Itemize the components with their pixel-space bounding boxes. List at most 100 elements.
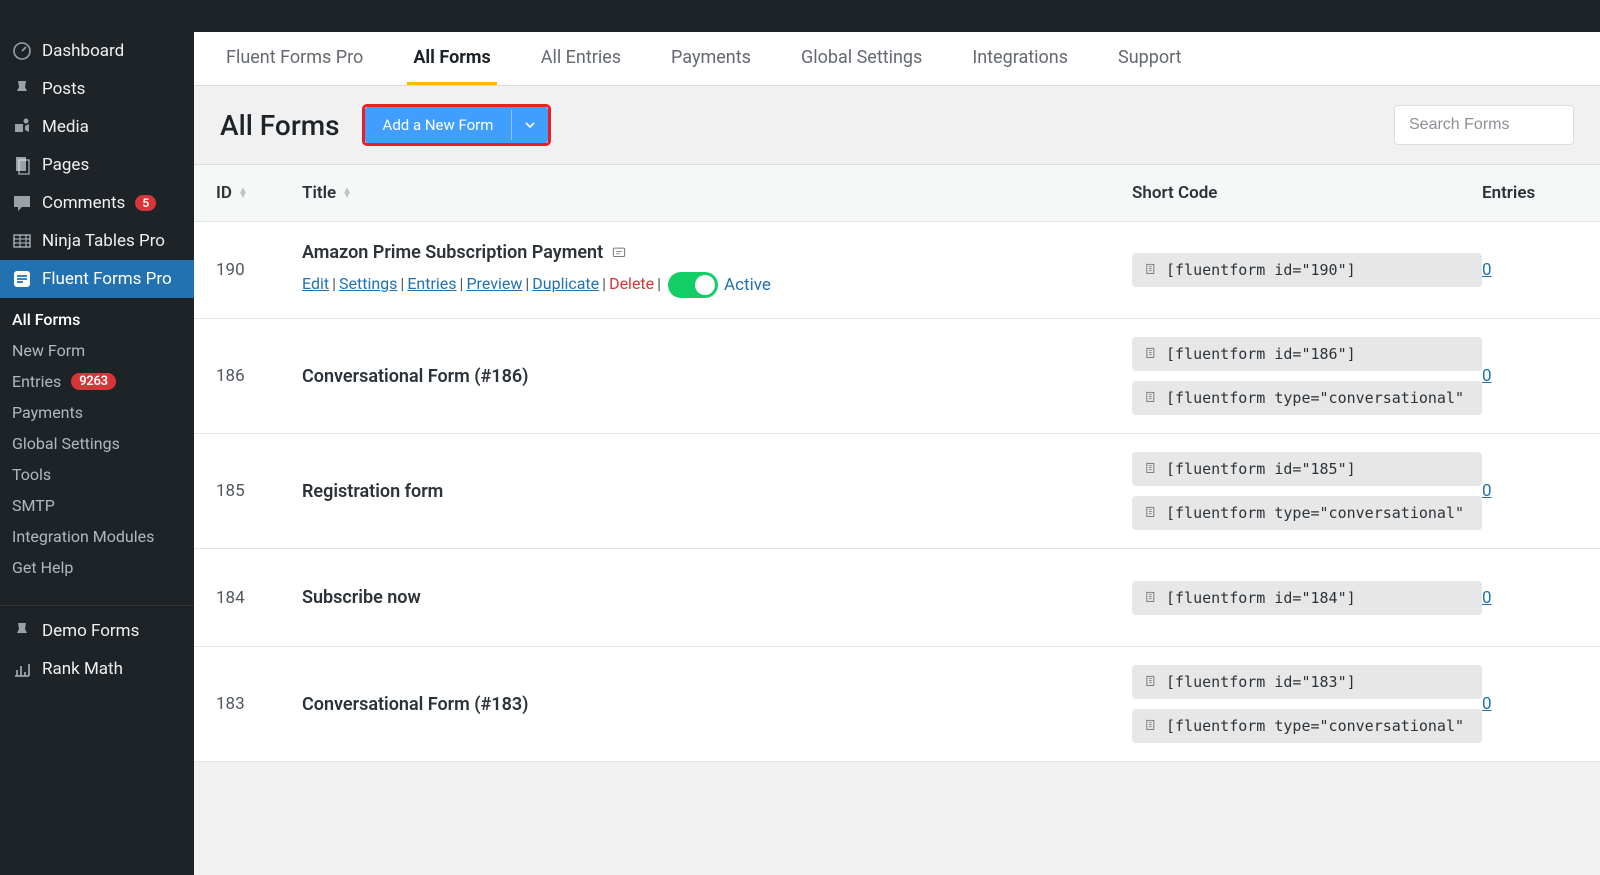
- media-icon: [12, 117, 32, 137]
- tab-all-forms[interactable]: All Forms: [407, 33, 496, 85]
- copy-icon: [1144, 347, 1158, 361]
- shortcode-box[interactable]: [fluentform type="conversational": [1132, 496, 1482, 530]
- shortcode-text: [fluentform id="183"]: [1166, 673, 1356, 691]
- row-title-cell: Amazon Prime Subscription Payment Edit|Se…: [302, 242, 1132, 298]
- shortcode-text: [fluentform id="190"]: [1166, 261, 1356, 279]
- shortcode-box[interactable]: [fluentform type="conversational": [1132, 709, 1482, 743]
- conversational-icon: [611, 246, 627, 260]
- status-text: Active: [724, 275, 771, 295]
- sidebar-item-pages[interactable]: Pages: [0, 146, 194, 184]
- sidebar-item-comments[interactable]: Comments5: [0, 184, 194, 222]
- chart-icon: [12, 659, 32, 679]
- sidebar-item-posts[interactable]: Posts: [0, 70, 194, 108]
- entries-link[interactable]: 0: [1482, 260, 1492, 280]
- tab-global-settings[interactable]: Global Settings: [795, 33, 928, 85]
- form-title[interactable]: Conversational Form (#186): [302, 366, 1132, 387]
- row-entries-cell: 0: [1482, 481, 1582, 501]
- submenu-label: Entries: [12, 372, 61, 391]
- shortcode-box[interactable]: [fluentform id="183"]: [1132, 665, 1482, 699]
- pin-icon: [12, 79, 32, 99]
- row-title-cell: Conversational Form (#183): [302, 694, 1132, 715]
- add-new-form-dropdown[interactable]: [511, 110, 548, 140]
- tab-payments[interactable]: Payments: [665, 33, 757, 85]
- col-header-title[interactable]: Title ▲▼: [302, 183, 1132, 203]
- row-id: 185: [212, 481, 302, 501]
- tab-fluent-forms-pro[interactable]: Fluent Forms Pro: [220, 33, 369, 85]
- copy-icon: [1144, 462, 1158, 476]
- copy-icon: [1144, 263, 1158, 277]
- shortcode-box[interactable]: [fluentform id="190"]: [1132, 253, 1482, 287]
- table-row: 184Subscribe now[fluentform id="184"]0: [194, 549, 1600, 647]
- copy-icon: [1144, 506, 1158, 520]
- tab-all-entries[interactable]: All Entries: [535, 33, 627, 85]
- sidebar-item-ninja-tables-pro[interactable]: Ninja Tables Pro: [0, 222, 194, 260]
- sidebar-item-dashboard[interactable]: Dashboard: [0, 32, 194, 70]
- sidebar-item-rank-math[interactable]: Rank Math: [0, 650, 194, 688]
- col-header-entries: Entries: [1482, 183, 1582, 203]
- entries-link[interactable]: 0: [1482, 588, 1492, 608]
- form-title[interactable]: Amazon Prime Subscription Payment: [302, 242, 1132, 263]
- submenu-label: Get Help: [12, 558, 73, 577]
- row-shortcode-cell: [fluentform id="185"] [fluentform type="c…: [1132, 452, 1482, 530]
- shortcode-text: [fluentform type="conversational": [1166, 504, 1464, 522]
- sidebar-item-media[interactable]: Media: [0, 108, 194, 146]
- submenu-item-entries[interactable]: Entries 9263: [0, 366, 194, 397]
- sidebar-item-demo-forms[interactable]: Demo Forms: [0, 612, 194, 650]
- sidebar-item-label: Dashboard: [42, 41, 124, 61]
- row-shortcode-cell: [fluentform id="186"] [fluentform type="c…: [1132, 337, 1482, 415]
- row-actions: Edit|Settings|Entries|Preview|Duplicate|…: [302, 272, 1132, 298]
- sidebar-item-fluent-forms-pro[interactable]: Fluent Forms Pro: [0, 260, 194, 298]
- copy-icon: [1144, 719, 1158, 733]
- row-title-cell: Subscribe now: [302, 587, 1132, 608]
- add-new-form-button[interactable]: Add a New Form: [365, 107, 512, 143]
- dashboard-icon: [12, 41, 32, 61]
- submenu-item-tools[interactable]: Tools: [0, 459, 194, 490]
- tab-integrations[interactable]: Integrations: [966, 33, 1074, 85]
- tab-support[interactable]: Support: [1112, 33, 1188, 85]
- shortcode-box[interactable]: [fluentform id="186"]: [1132, 337, 1482, 371]
- row-shortcode-cell: [fluentform id="190"]: [1132, 253, 1482, 287]
- action-preview[interactable]: Preview: [466, 274, 522, 293]
- row-id: 186: [212, 366, 302, 386]
- action-delete[interactable]: Delete: [609, 274, 654, 293]
- row-entries-cell: 0: [1482, 366, 1582, 386]
- submenu-label: Payments: [12, 403, 83, 422]
- submenu-item-smtp[interactable]: SMTP: [0, 490, 194, 521]
- row-id: 183: [212, 694, 302, 714]
- action-edit[interactable]: Edit: [302, 274, 329, 293]
- action-duplicate[interactable]: Duplicate: [532, 274, 599, 293]
- submenu-item-get-help[interactable]: Get Help: [0, 552, 194, 583]
- sidebar-item-label: Ninja Tables Pro: [42, 231, 165, 251]
- sidebar-item-label: Demo Forms: [42, 621, 139, 641]
- add-new-form-button-group: Add a New Form: [365, 107, 549, 143]
- shortcode-box[interactable]: [fluentform type="conversational": [1132, 381, 1482, 415]
- col-header-shortcode: Short Code: [1132, 183, 1482, 203]
- shortcode-box[interactable]: [fluentform id="185"]: [1132, 452, 1482, 486]
- submenu-item-global-settings[interactable]: Global Settings: [0, 428, 194, 459]
- submenu-item-payments[interactable]: Payments: [0, 397, 194, 428]
- sort-icon: ▲▼: [342, 188, 352, 198]
- form-title[interactable]: Subscribe now: [302, 587, 1132, 608]
- entries-link[interactable]: 0: [1482, 694, 1492, 714]
- action-entries[interactable]: Entries: [407, 274, 456, 293]
- row-entries-cell: 0: [1482, 588, 1582, 608]
- action-settings[interactable]: Settings: [339, 274, 397, 293]
- form-title[interactable]: Conversational Form (#183): [302, 694, 1132, 715]
- form-title[interactable]: Registration form: [302, 481, 1132, 502]
- entries-link[interactable]: 0: [1482, 481, 1492, 501]
- entries-link[interactable]: 0: [1482, 366, 1492, 386]
- copy-icon: [1144, 591, 1158, 605]
- submenu-item-new-form[interactable]: New Form: [0, 335, 194, 366]
- search-input[interactable]: [1394, 105, 1574, 145]
- sidebar-submenu: All FormsNew FormEntries 9263 Payments Glo…: [0, 298, 194, 597]
- shortcode-box[interactable]: [fluentform id="184"]: [1132, 581, 1482, 615]
- col-header-id[interactable]: ID ▲▼: [212, 183, 302, 203]
- sidebar-item-label: Rank Math: [42, 659, 123, 679]
- submenu-item-all-forms[interactable]: All Forms: [0, 304, 194, 335]
- status-toggle[interactable]: [668, 272, 718, 298]
- sidebar-item-label: Fluent Forms Pro: [42, 269, 172, 289]
- submenu-item-integration-modules[interactable]: Integration Modules: [0, 521, 194, 552]
- row-entries-cell: 0: [1482, 260, 1582, 280]
- row-title-cell: Conversational Form (#186): [302, 366, 1132, 387]
- submenu-label: Tools: [12, 465, 51, 484]
